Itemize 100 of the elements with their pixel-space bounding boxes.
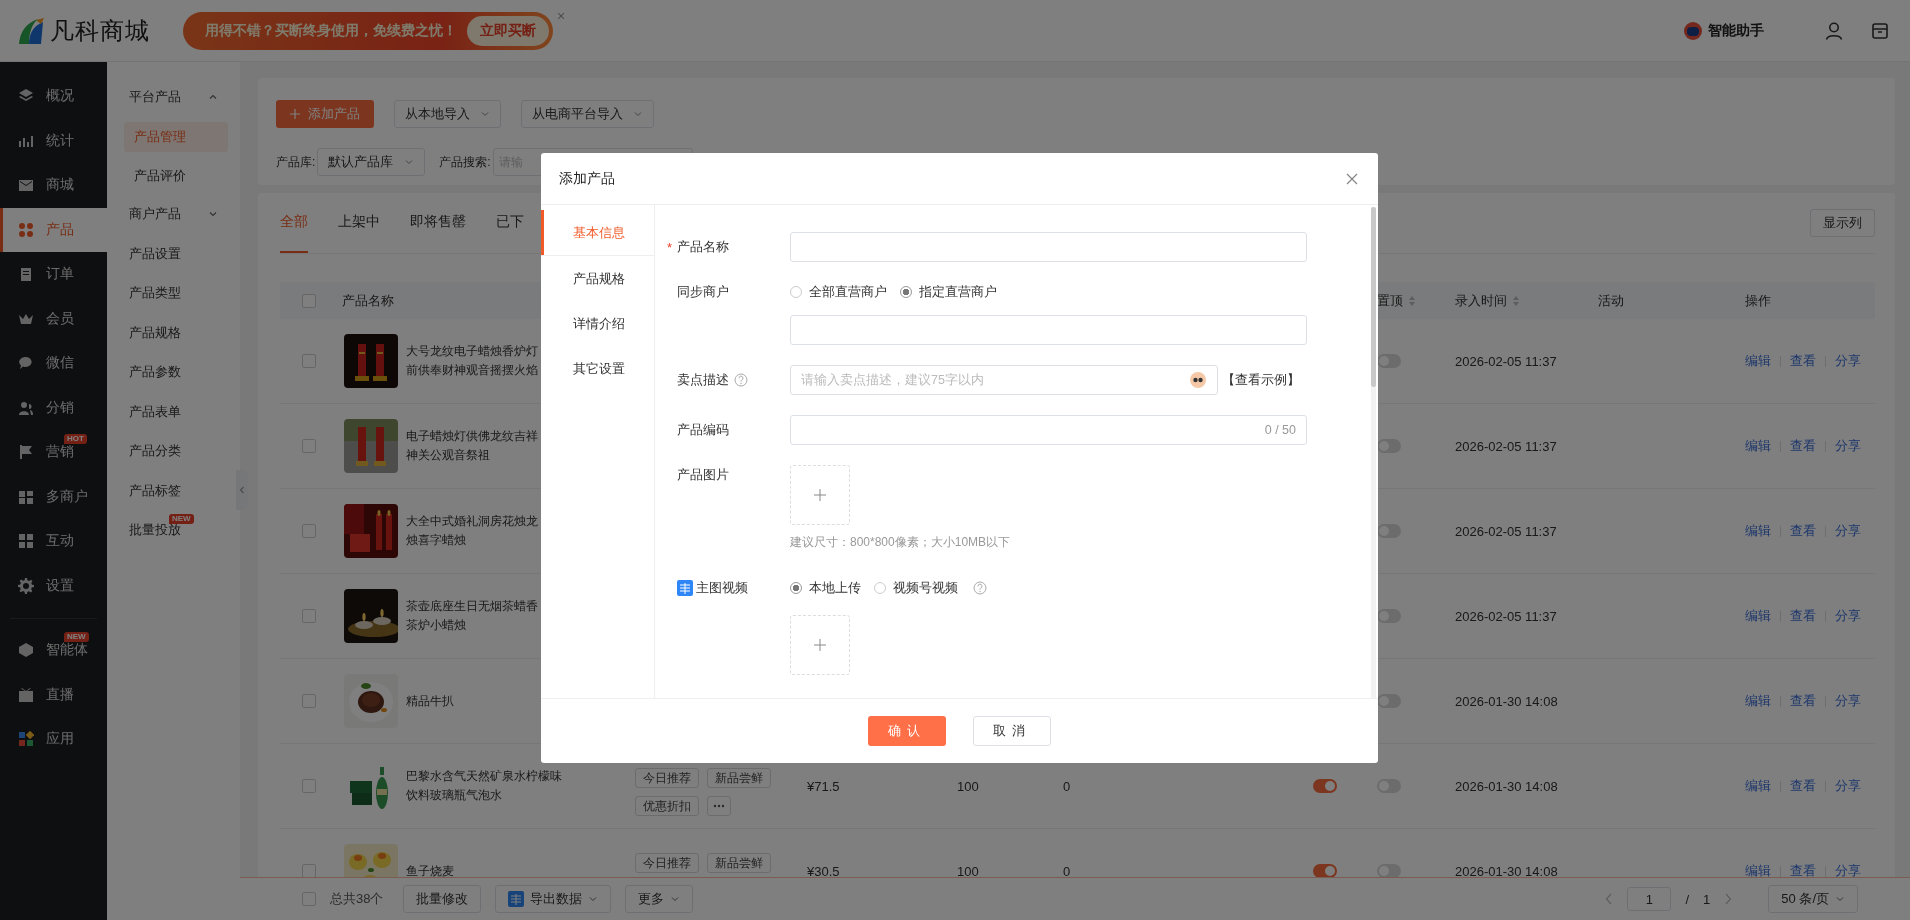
- nav-item[interactable]: 应用: [0, 717, 107, 762]
- pin-switch[interactable]: [1377, 694, 1401, 708]
- checkbox[interactable]: [302, 694, 316, 708]
- checkbox[interactable]: [302, 354, 316, 368]
- pin-switch[interactable]: [1377, 609, 1401, 623]
- nav-item[interactable]: 统计: [0, 118, 107, 163]
- action-link[interactable]: 查看: [1790, 522, 1816, 540]
- tab[interactable]: 即将售罄: [410, 193, 466, 253]
- import-dropdown[interactable]: 从本地导入: [394, 100, 501, 128]
- close-icon[interactable]: [1346, 172, 1358, 185]
- nav-item[interactable]: 多商户: [0, 474, 107, 519]
- checkbox[interactable]: [302, 293, 316, 308]
- action-link[interactable]: 编辑: [1745, 437, 1771, 455]
- menu-group[interactable]: 平台产品: [107, 77, 240, 117]
- menu-item[interactable]: 产品管理: [124, 121, 228, 152]
- chevron-left-icon[interactable]: [1605, 893, 1614, 905]
- menu-group[interactable]: 商户产品: [107, 194, 240, 234]
- user-icon[interactable]: [1824, 20, 1844, 41]
- text-field[interactable]: [790, 232, 1307, 262]
- import-dropdown[interactable]: 从电商平台导入: [521, 100, 654, 128]
- radio-button[interactable]: [790, 582, 802, 594]
- page-size-dropdown[interactable]: 50 条/页: [1768, 885, 1858, 913]
- dialog-tab[interactable]: 基本信息: [541, 210, 654, 256]
- example-link[interactable]: 【查看示例】: [1222, 371, 1300, 389]
- sort-icon[interactable]: [1408, 294, 1416, 307]
- action-link[interactable]: 查看: [1790, 862, 1816, 877]
- checkbox[interactable]: [302, 892, 316, 906]
- sort-icon[interactable]: [1512, 294, 1520, 307]
- footer-button[interactable]: 更多: [625, 885, 694, 913]
- action-link[interactable]: 编辑: [1745, 862, 1771, 877]
- confirm-button[interactable]: 确认: [868, 716, 946, 746]
- action-link[interactable]: 分享: [1835, 352, 1861, 370]
- action-link[interactable]: 查看: [1790, 352, 1816, 370]
- menu-item[interactable]: NEW 批量投放: [107, 510, 240, 550]
- action-link[interactable]: 查看: [1790, 437, 1816, 455]
- ai-icon[interactable]: [1189, 371, 1207, 389]
- radio-button[interactable]: [900, 286, 912, 298]
- action-link[interactable]: 编辑: [1745, 692, 1771, 710]
- menu-item[interactable]: 产品规格: [107, 313, 240, 353]
- add-product-button[interactable]: 添加产品: [276, 100, 374, 128]
- nav-item[interactable]: 微信: [0, 341, 107, 386]
- menu-item[interactable]: 产品类型: [107, 273, 240, 313]
- action-link[interactable]: 分享: [1835, 692, 1861, 710]
- box-icon[interactable]: [1870, 20, 1890, 41]
- help-icon[interactable]: [734, 373, 748, 387]
- checkbox[interactable]: [302, 524, 316, 538]
- action-link[interactable]: 编辑: [1745, 522, 1771, 540]
- library-dropdown[interactable]: 默认产品库: [317, 148, 426, 176]
- status-switch[interactable]: [1313, 864, 1337, 877]
- text-field[interactable]: 请输入卖点描述，建议75字以内: [790, 365, 1218, 395]
- checkbox[interactable]: [302, 439, 316, 453]
- action-link[interactable]: 分享: [1835, 862, 1861, 877]
- pin-switch[interactable]: [1377, 354, 1401, 368]
- dialog-tab[interactable]: 产品规格: [541, 256, 654, 301]
- upload-box[interactable]: [790, 465, 850, 525]
- menu-item[interactable]: 产品分类: [107, 431, 240, 471]
- nav-item[interactable]: 订单: [0, 252, 107, 297]
- menu-item[interactable]: 产品表单: [107, 392, 240, 432]
- action-link[interactable]: 查看: [1790, 692, 1816, 710]
- menu-item[interactable]: 产品参数: [107, 352, 240, 392]
- buy-button[interactable]: 立即买断: [467, 15, 549, 46]
- action-link[interactable]: 分享: [1835, 522, 1861, 540]
- nav-item[interactable]: 互动: [0, 519, 107, 564]
- action-link[interactable]: 编辑: [1745, 352, 1771, 370]
- nav-item[interactable]: 直播: [0, 672, 107, 717]
- menu-item[interactable]: 产品评价: [124, 160, 228, 191]
- nav-item[interactable]: 产品: [0, 207, 107, 252]
- cancel-button[interactable]: 取消: [973, 716, 1051, 746]
- chevron-right-icon[interactable]: [1724, 893, 1733, 905]
- help-icon[interactable]: [973, 581, 987, 595]
- nav-item[interactable]: 分销: [0, 385, 107, 430]
- upload-box[interactable]: [790, 615, 850, 675]
- nav-item[interactable]: 会员: [0, 296, 107, 341]
- checkbox[interactable]: [302, 864, 316, 877]
- footer-button[interactable]: 批量修改: [403, 885, 482, 913]
- action-link[interactable]: 查看: [1790, 607, 1816, 625]
- checkbox[interactable]: [302, 609, 316, 623]
- action-link[interactable]: 编辑: [1745, 777, 1771, 795]
- nav-item[interactable]: 商城: [0, 163, 107, 208]
- nav-item[interactable]: 设置: [0, 563, 107, 608]
- close-button[interactable]: ×: [553, 8, 570, 24]
- text-field[interactable]: [790, 315, 1307, 345]
- tab[interactable]: 上架中: [338, 193, 380, 253]
- columns-button[interactable]: 显示列: [1810, 209, 1875, 237]
- page-field[interactable]: 1: [1627, 887, 1672, 911]
- tab[interactable]: 全部: [280, 193, 308, 253]
- tab[interactable]: 已下: [496, 193, 524, 253]
- action-link[interactable]: 分享: [1835, 777, 1861, 795]
- checkbox[interactable]: [302, 779, 316, 793]
- status-switch[interactable]: [1313, 779, 1337, 793]
- footer-button[interactable]: 导出数据: [495, 885, 612, 913]
- pin-switch[interactable]: [1377, 524, 1401, 538]
- pin-switch[interactable]: [1377, 864, 1401, 877]
- nav-item[interactable]: NEW 智能体: [0, 628, 107, 673]
- action-link[interactable]: 分享: [1835, 437, 1861, 455]
- nav-item[interactable]: 概况: [0, 74, 107, 119]
- more-button[interactable]: [707, 796, 731, 816]
- action-link[interactable]: 查看: [1790, 777, 1816, 795]
- radio-button[interactable]: [790, 286, 802, 298]
- nav-item[interactable]: HOT 营销: [0, 430, 107, 475]
